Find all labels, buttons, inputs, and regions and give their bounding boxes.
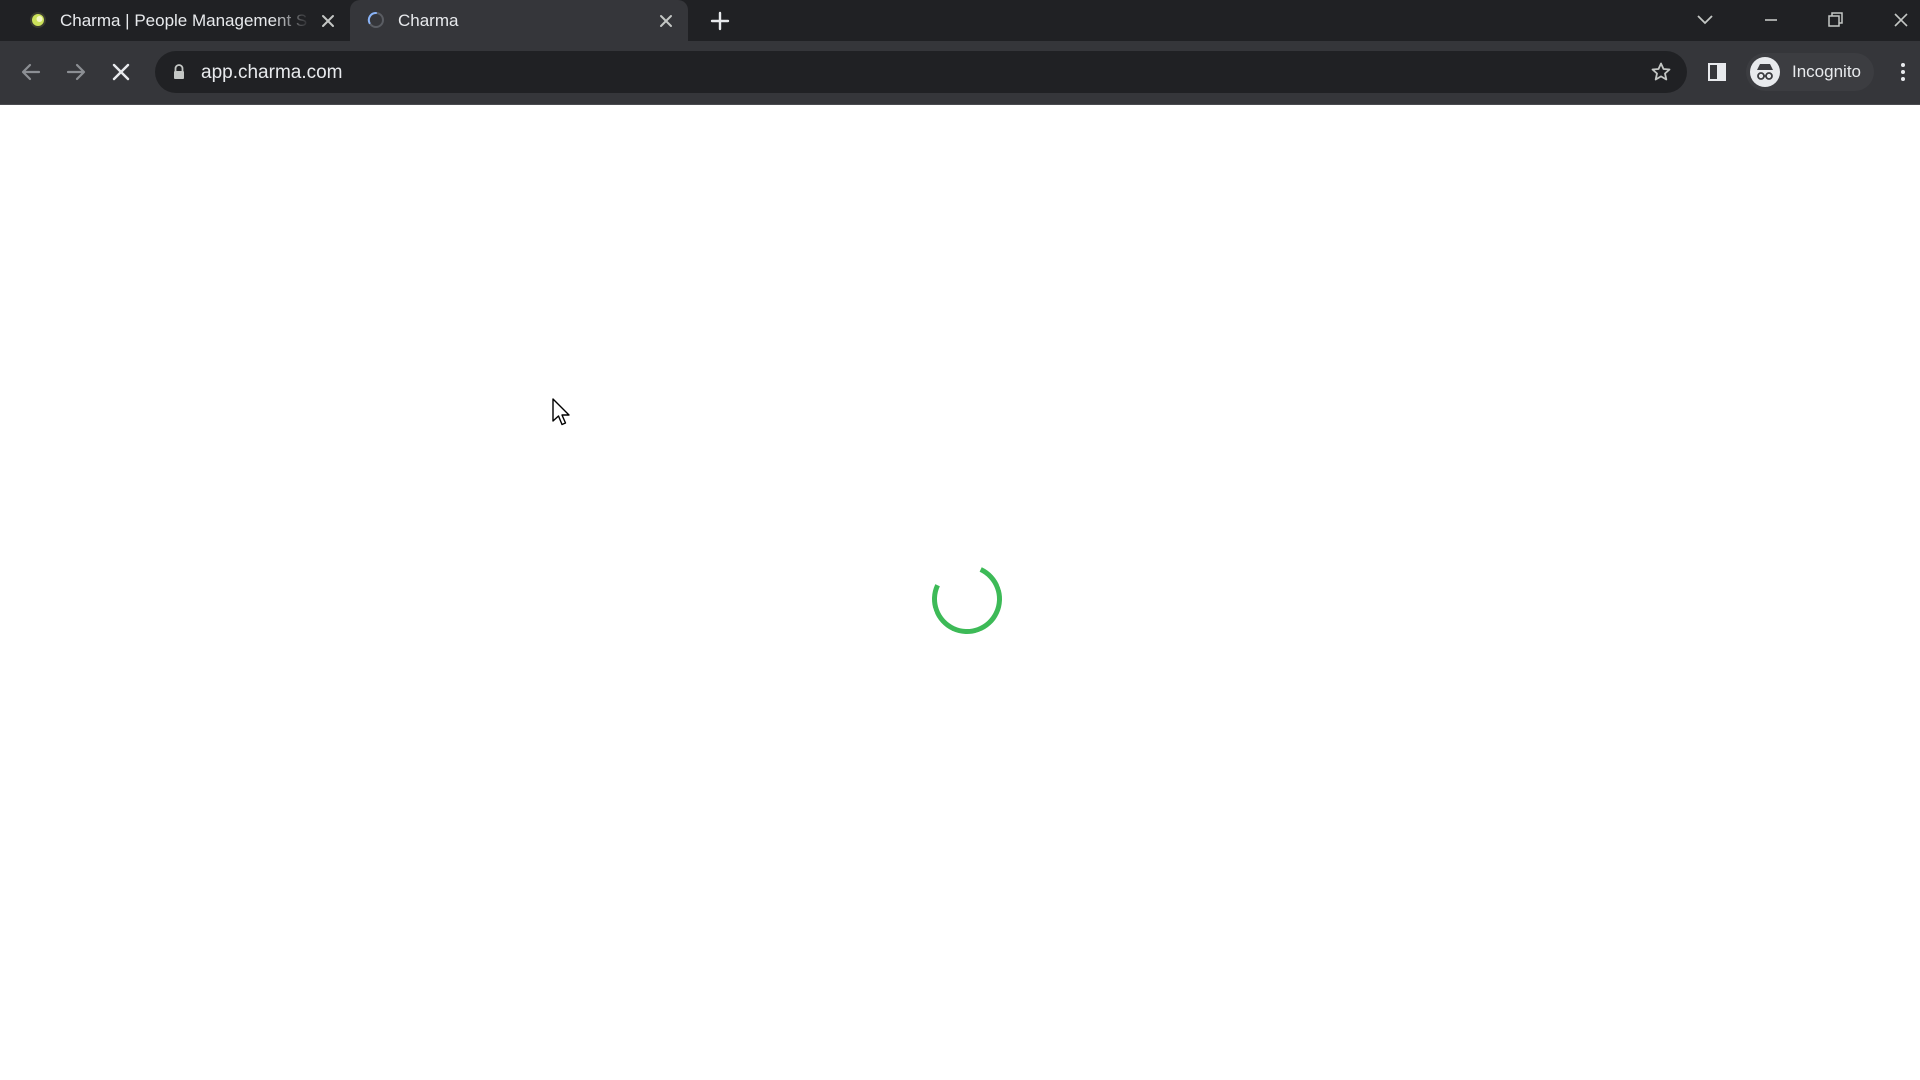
tab-charma-people-management[interactable]: Charma | People Management S bbox=[12, 0, 350, 41]
star-icon[interactable] bbox=[1649, 60, 1673, 84]
browser-window: Charma | People Management S Charma app.… bbox=[0, 0, 1920, 1080]
side-panel-button[interactable] bbox=[1702, 57, 1732, 87]
kebab-menu-icon bbox=[1901, 63, 1905, 81]
loading-spinner bbox=[922, 554, 1012, 644]
plus-icon bbox=[710, 11, 730, 31]
minimize-icon bbox=[1765, 19, 1777, 21]
browser-menu-button[interactable] bbox=[1888, 57, 1918, 87]
new-tab-button[interactable] bbox=[706, 8, 734, 34]
restore-icon bbox=[1828, 12, 1843, 27]
close-icon[interactable] bbox=[318, 11, 338, 31]
restore-button[interactable] bbox=[1820, 6, 1850, 34]
url-text: app.charma.com bbox=[201, 62, 343, 83]
incognito-label: Incognito bbox=[1792, 62, 1861, 81]
tab-title: Charma | People Management S bbox=[60, 11, 308, 30]
close-icon[interactable] bbox=[656, 11, 676, 31]
stop-loading-button[interactable] bbox=[106, 57, 136, 87]
page-viewport bbox=[0, 105, 1920, 1080]
arrow-right-icon bbox=[66, 63, 86, 81]
loading-icon bbox=[367, 11, 385, 29]
close-window-button[interactable] bbox=[1886, 6, 1916, 34]
back-button[interactable] bbox=[16, 57, 46, 87]
close-icon bbox=[112, 63, 130, 81]
charma-logo-icon bbox=[29, 11, 47, 29]
incognito-profile-button[interactable]: Incognito bbox=[1746, 53, 1874, 91]
side-panel-icon bbox=[1708, 63, 1726, 81]
arrow-left-icon bbox=[21, 63, 41, 81]
tab-title: Charma bbox=[398, 11, 459, 30]
browser-toolbar: app.charma.com Incognito bbox=[0, 41, 1920, 105]
lock-icon[interactable] bbox=[169, 62, 189, 82]
forward-button[interactable] bbox=[61, 57, 91, 87]
mouse-cursor-icon bbox=[552, 398, 572, 428]
tab-charma[interactable]: Charma bbox=[350, 0, 688, 41]
address-bar[interactable]: app.charma.com bbox=[155, 51, 1687, 93]
tab-search-button[interactable] bbox=[1690, 6, 1720, 34]
tab-strip: Charma | People Management S Charma bbox=[0, 0, 1920, 41]
minimize-button[interactable] bbox=[1756, 6, 1786, 34]
incognito-icon bbox=[1748, 55, 1782, 89]
chevron-down-icon bbox=[1697, 15, 1713, 25]
close-icon bbox=[1894, 13, 1908, 27]
